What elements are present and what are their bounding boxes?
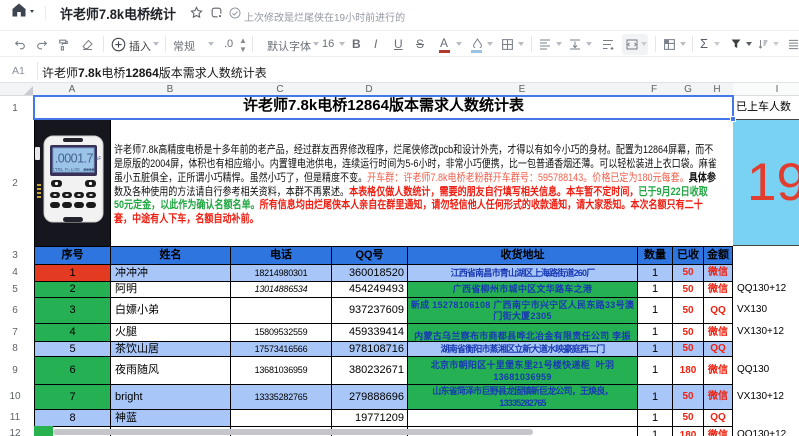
svg-text:µF: µF [96,156,102,162]
svg-text:.0001.7: .0001.7 [55,152,94,166]
svg-text:CTRL P=1.00 ■■■■: CTRL P=1.00 ■■■■ [52,167,95,172]
